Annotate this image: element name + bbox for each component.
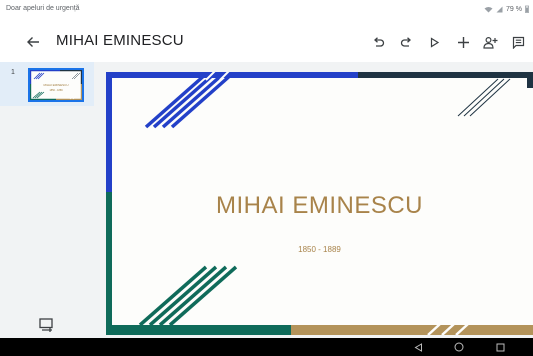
teal-stripes (138, 265, 238, 327)
home-circle-icon (454, 342, 464, 352)
battery-text: 79 % (506, 5, 522, 13)
back-triangle-icon (414, 342, 422, 352)
nav-recents-button[interactable] (494, 341, 506, 353)
comment-icon (512, 36, 524, 49)
nav-back-button[interactable] (412, 341, 424, 353)
slide-subtitle[interactable]: 1850 - 1889 (106, 245, 533, 254)
nav-home-button[interactable] (453, 341, 465, 353)
comment-button[interactable] (507, 31, 529, 53)
thumbnail-subtitle: 1850 - 1889 (49, 89, 63, 92)
undo-button[interactable] (367, 31, 389, 53)
battery-icon (525, 5, 529, 13)
add-person-button[interactable] (479, 31, 501, 53)
redo-button[interactable] (395, 31, 417, 53)
slide[interactable]: MIHAI EMINESCU 1850 - 1889 (106, 72, 533, 335)
new-slide-icon (39, 318, 53, 332)
slide-canvas: MIHAI EMINESCU 1850 - 1889 (94, 62, 533, 338)
navy-frame-corner (358, 72, 533, 88)
add-person-icon (482, 36, 497, 49)
navy-stripes (457, 78, 511, 117)
wifi-icon (484, 6, 493, 12)
carrier-text: Doar apeluri de urgență (6, 5, 80, 12)
signal-icon (496, 6, 503, 12)
blue-stripes (144, 72, 234, 129)
thumbnail-title: MIHAI EMINESCU (43, 83, 69, 87)
add-icon (457, 36, 469, 48)
toolbar: MIHAI EMINESCU (0, 22, 533, 62)
add-button[interactable] (452, 31, 474, 53)
status-icons: 79 % (484, 5, 529, 13)
slide-thumbnail-row[interactable]: 1 MIHAI EMINESCU 1850 - 1889 (0, 62, 94, 106)
undo-icon (373, 36, 384, 47)
navigation-bar (0, 338, 533, 356)
slide-title[interactable]: MIHAI EMINESCU (106, 192, 533, 220)
slide-number: 1 (11, 69, 15, 76)
redo-icon (400, 36, 411, 47)
back-button[interactable] (22, 31, 44, 53)
slide-thumbnail[interactable]: MIHAI EMINESCU 1850 - 1889 (28, 68, 84, 102)
play-icon (430, 36, 439, 48)
play-button[interactable] (423, 31, 445, 53)
document-title[interactable]: MIHAI EMINESCU (56, 32, 184, 49)
new-slide-button[interactable] (37, 316, 57, 334)
gold-frame-corner (291, 325, 533, 335)
blue-frame-corner (106, 72, 358, 192)
recents-square-icon (496, 343, 504, 351)
back-arrow-icon (27, 37, 39, 47)
status-bar: Doar apeluri de urgență 79 % (0, 0, 533, 22)
slide-sidebar: 1 MIHAI EMINESCU 1850 - 1889 (0, 62, 94, 338)
